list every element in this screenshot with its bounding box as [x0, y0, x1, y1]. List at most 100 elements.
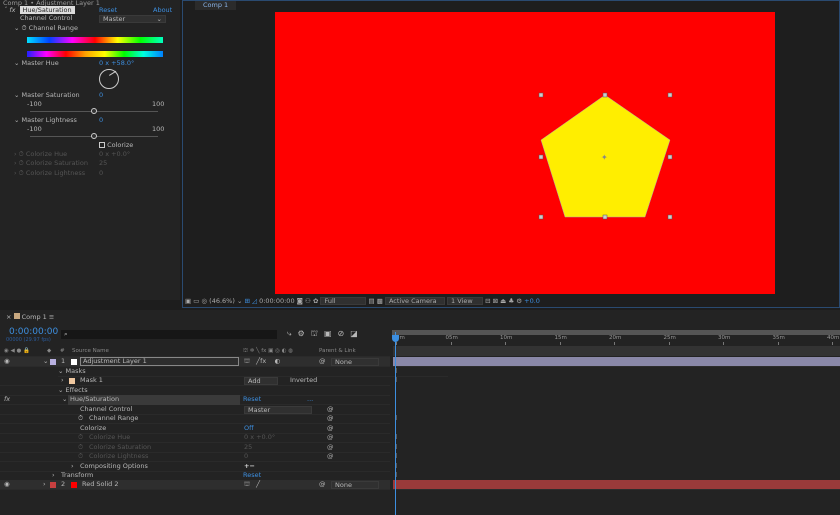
- zoom-dropdown[interactable]: (46.6%): [209, 297, 235, 305]
- effect-name[interactable]: Hue/Saturation: [68, 395, 240, 405]
- effect-name[interactable]: Hue/Saturation: [19, 6, 75, 14]
- av-switch-icons: ◉ ◀ ● 🔒: [4, 348, 30, 354]
- layer-switches[interactable]: ⛫ ╱fx ◐: [244, 357, 280, 367]
- effect-reset-button[interactable]: Reset: [99, 6, 117, 14]
- timeline-tool-icons[interactable]: ⤷⚙⛫▣⊘◪: [287, 329, 364, 339]
- search-icon: ⌕: [64, 330, 68, 338]
- shape-layer-svg: ✦: [538, 92, 673, 220]
- mask-color-swatch: [69, 378, 75, 384]
- master-hue-value[interactable]: 0 x +58.0°: [99, 59, 134, 69]
- saturation-slider-handle[interactable]: [91, 108, 97, 114]
- layer-name[interactable]: Adjustment Layer 1: [80, 357, 239, 366]
- colorize-saturation-label: › ⏱ Colorize Saturation: [14, 159, 88, 167]
- roi-icons[interactable]: ▤ ▩: [369, 297, 385, 305]
- col-parent-link[interactable]: Parent & Link: [319, 347, 356, 357]
- switches-icons: ⛫ ✲ ╲ fx ▣ ◎ ◐ ◍: [243, 348, 293, 354]
- lightness-slider-handle[interactable]: [91, 133, 97, 139]
- mask-1-row[interactable]: › Mask 1 Add Inverted: [0, 376, 390, 386]
- layer-1-duration-bar[interactable]: [393, 357, 840, 367]
- expand-chevron-icon[interactable]: ⌄: [43, 357, 48, 367]
- channel-range-label[interactable]: ⌄ ⏱ Channel Range: [14, 24, 78, 34]
- layer-number: 1: [61, 357, 66, 365]
- ruler-tick-label: 35m: [772, 335, 785, 341]
- hue-saturation-effect-row[interactable]: fx ⌄ Hue/Saturation Reset ...: [0, 395, 390, 405]
- colorize-saturation-value: 25: [99, 159, 108, 167]
- composition-canvas[interactable]: ✦: [275, 12, 775, 294]
- parent-value: None: [335, 358, 352, 366]
- timeline-tab[interactable]: × Comp 1 ≡: [6, 313, 54, 323]
- parent-pickwhip-icon[interactable]: @: [319, 480, 326, 490]
- label-color-swatch[interactable]: [50, 359, 56, 365]
- master-hue-label: ⌄ Master Hue: [14, 59, 59, 67]
- effect-about-button[interactable]: About: [153, 6, 172, 14]
- col-num: #: [60, 348, 65, 354]
- expand-chevron-icon[interactable]: ›: [43, 480, 46, 490]
- ruler-tick-label: 20m: [609, 335, 622, 341]
- ruler-tick: [777, 342, 779, 345]
- layer-search-input[interactable]: ⌕: [61, 330, 277, 339]
- time-ruler[interactable]: 0m 05m 10m 15m 20m 25m 30m 35m 40m: [392, 335, 840, 345]
- camera-icon[interactable]: ◙ ⚇ ✿: [297, 297, 321, 305]
- ruler-tick: [450, 342, 452, 345]
- timeline-timecode[interactable]: 0:00:00:00: [9, 327, 58, 337]
- inverted-checkbox[interactable]: Inverted: [290, 376, 317, 386]
- label-icon: ◆: [47, 348, 52, 354]
- col-source-name[interactable]: Source Name: [72, 347, 109, 357]
- viewer-timecode[interactable]: 0:00:00:00: [259, 297, 295, 305]
- property-value: 0: [244, 452, 249, 460]
- camera-dropdown[interactable]: Active Camera: [384, 297, 445, 305]
- masks-label: Masks: [65, 367, 86, 375]
- parent-pickwhip-icon[interactable]: @: [319, 357, 326, 367]
- resolution-dropdown[interactable]: Full: [320, 297, 367, 305]
- chevron-down-icon: ⌄: [156, 15, 162, 23]
- expand-chevron-icon[interactable]: ›: [61, 376, 64, 386]
- mask-mode-dropdown[interactable]: Add: [244, 377, 278, 385]
- expression-pickwhip-icon[interactable]: @: [327, 452, 334, 462]
- layer-switches[interactable]: ⛫ ╱: [244, 480, 260, 490]
- layer-type-swatch: [71, 359, 77, 365]
- toolbar-icons[interactable]: ▣ ▭ ◎: [185, 297, 209, 305]
- master-saturation-value[interactable]: 0: [99, 91, 103, 101]
- colorize-lightness-label: › ⏱ Colorize Lightness: [14, 169, 86, 177]
- channel-range-text: Channel Range: [28, 24, 79, 32]
- ruler-tick: [832, 342, 833, 345]
- expression-pickwhip-icon[interactable]: @: [327, 414, 334, 424]
- view-icons[interactable]: ⊟ ⊠ ⏏ ♣ ⚙: [485, 297, 524, 305]
- label-color-swatch[interactable]: [50, 482, 56, 488]
- channel-control-dropdown[interactable]: Master: [244, 406, 312, 414]
- ruler-tick: [723, 342, 724, 345]
- tab-comp-1[interactable]: Comp 1: [195, 1, 237, 10]
- exposure-value[interactable]: +0.0: [524, 297, 540, 305]
- anchor-point-icon[interactable]: ✦: [601, 153, 608, 162]
- grid-icons[interactable]: ⊞ ◿: [244, 297, 259, 305]
- master-hue-dial[interactable]: [99, 69, 119, 89]
- expression-pickwhip-icon[interactable]: @: [327, 433, 334, 443]
- effects-label: Effects: [65, 386, 88, 394]
- effect-reset-button[interactable]: Reset: [243, 395, 261, 405]
- ruler-tick-label: 25m: [663, 335, 676, 341]
- stopwatch-icon[interactable]: ⏱: [78, 414, 83, 424]
- eye-icon[interactable]: ◉: [4, 480, 10, 490]
- fx-icon[interactable]: fx: [4, 395, 10, 405]
- channel-control-value: Master: [103, 15, 126, 23]
- lightness-max: 100: [152, 125, 165, 133]
- layer-row-1[interactable]: ◉ ⌄ 1 Adjustment Layer 1 ⛫ ╱fx ◐ @ None: [0, 357, 390, 367]
- eye-icon[interactable]: ◉: [4, 357, 10, 367]
- parent-dropdown[interactable]: None: [331, 481, 379, 489]
- mask-mode-value: Add: [248, 377, 261, 385]
- fx-icon[interactable]: ﾞ fx: [4, 6, 15, 14]
- effect-options[interactable]: ...: [307, 395, 313, 405]
- channel-control-dropdown[interactable]: Master ⌄: [99, 15, 166, 23]
- ruler-tick: [668, 342, 670, 345]
- master-lightness-value[interactable]: 0: [99, 116, 103, 126]
- layer-row-2[interactable]: ◉ › 2 Red Solid 2 ⛫ ╱ @ None: [0, 480, 390, 490]
- parent-dropdown[interactable]: None: [331, 358, 379, 366]
- layer-name[interactable]: Red Solid 2: [82, 480, 118, 490]
- stopwatch-icon: ⌄ ⏱: [14, 24, 29, 32]
- layer-2-duration-bar[interactable]: [393, 480, 840, 490]
- saturation-min: -100: [27, 100, 42, 108]
- views-dropdown[interactable]: 1 View: [447, 297, 484, 305]
- playhead[interactable]: [395, 332, 396, 515]
- colorize-hue-row: ⏱ Colorize Hue 0 x +0.0° @: [0, 433, 390, 443]
- playhead-handle[interactable]: [392, 335, 399, 342]
